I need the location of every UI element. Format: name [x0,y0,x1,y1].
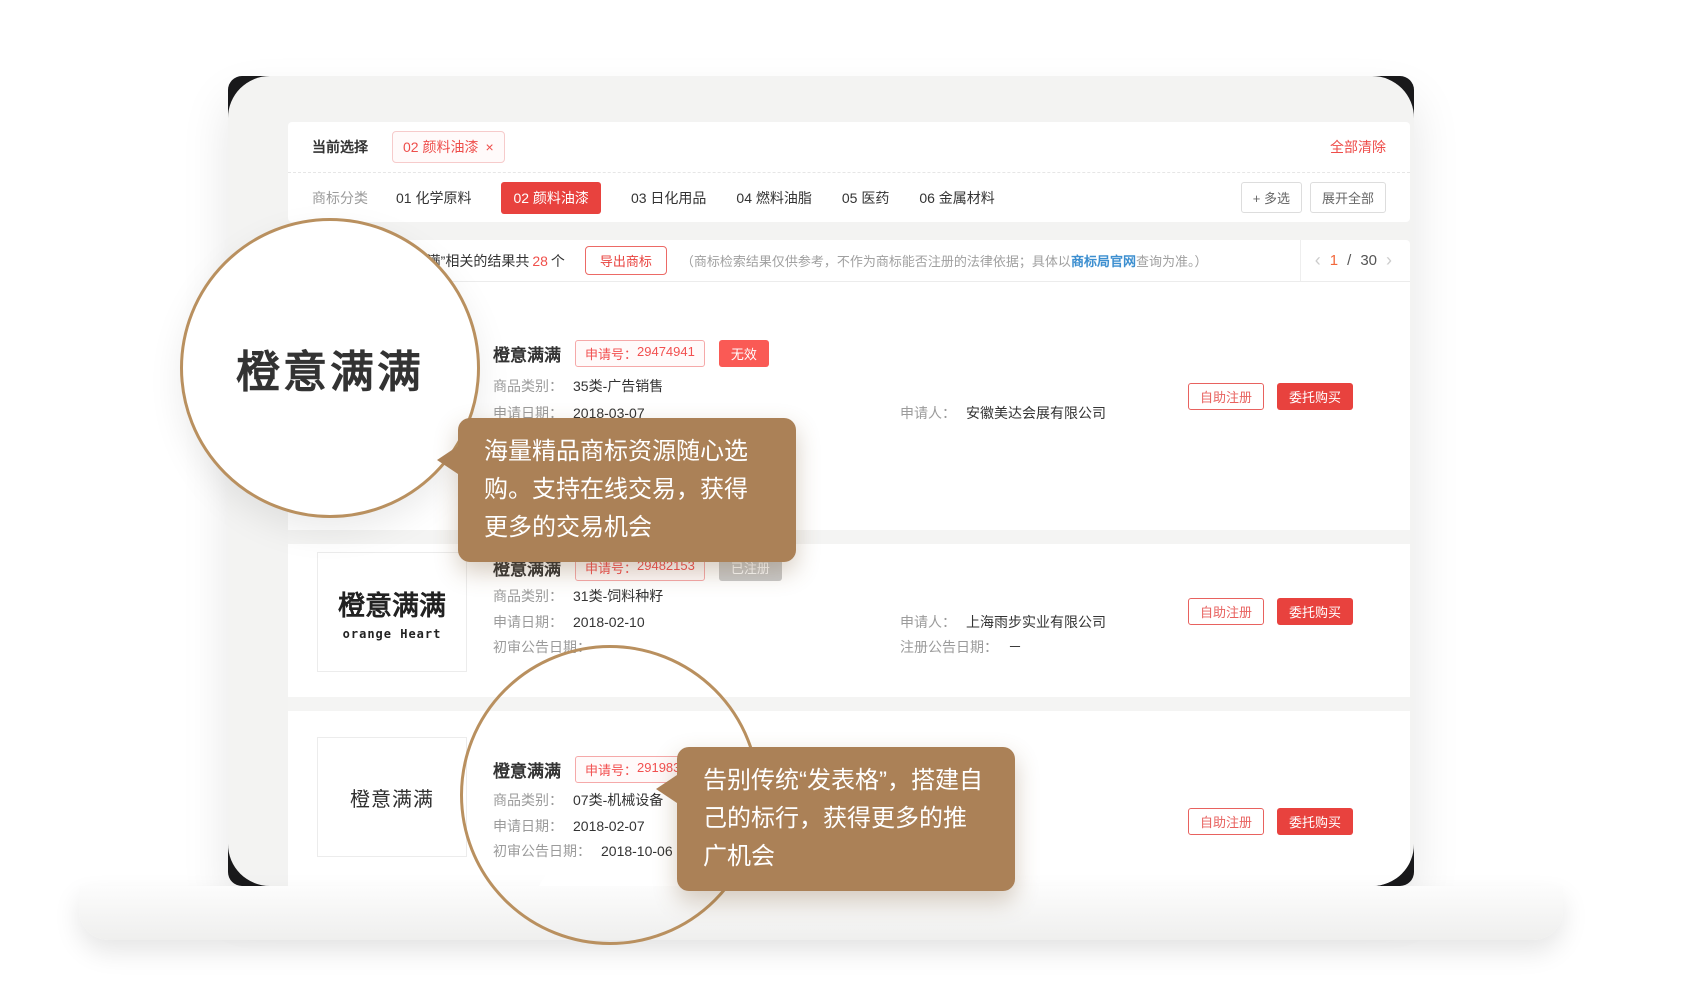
disclaimer-text-end: 查询为准。） [1136,254,1208,269]
results-disclaimer: （商标检索结果仅供参考，不作为商标能否注册的法律依据；具体以商标局官网查询为准。… [681,251,1208,270]
self-register-button[interactable]: 自助注册 [1188,383,1264,410]
clear-all-button[interactable]: 全部清除 [1330,137,1386,157]
pagination-prev-icon[interactable]: ‹ [1315,250,1321,271]
results-count-unit: 个 [551,253,565,269]
category-tab-01[interactable]: 01 化学原料 [396,188,471,208]
self-register-button[interactable]: 自助注册 [1188,808,1264,835]
category-label: 商品类别： [493,588,563,604]
category-row-label: 商标分类 [312,188,368,208]
current-selection-row: 当前选择 02 颜料油漆 × 全部清除 [288,122,1410,172]
table-row-title: 橙意满满 申请号：29474941 无效 [493,340,769,367]
magnified-trademark-text: 橙意满满 [236,336,424,400]
trademark-office-link[interactable]: 商标局官网 [1071,254,1136,269]
row-actions: 自助注册 委托购买 [1188,808,1353,835]
status-badge: 无效 [719,340,769,367]
category-tab-02-active[interactable]: 02 颜料油漆 [501,182,600,214]
row-actions: 自助注册 委托购买 [1188,383,1353,410]
pagination-total: 30 [1360,252,1377,269]
applicant-label: 申请人： [900,405,956,421]
filter-panel: 当前选择 02 颜料油漆 × 全部清除 商标分类 01 化学原料 02 颜料油漆… [288,122,1410,222]
pagination-current: 1 [1330,252,1338,269]
applicant-value: 安徽美达会展有限公司 [966,405,1106,421]
entrust-buy-button[interactable]: 委托购买 [1277,383,1353,410]
thumbnail-subtext: orange Heart [343,627,442,641]
self-register-button[interactable]: 自助注册 [1188,598,1264,625]
laptop-base [79,886,1563,940]
expand-all-button[interactable]: 展开全部 [1310,182,1386,213]
reg-notice-cell: 注册公告日期： － [900,637,1022,657]
row-separator [288,530,1410,544]
callout-bubble-marketplace: 海量精品商标资源随心选购。支持在线交易，获得更多的交易机会 [458,418,796,562]
export-trademarks-button[interactable]: 导出商标 [585,246,667,275]
pagination: ‹ 1 / 30 › [1300,240,1410,281]
reg-notice-label: 注册公告日期： [900,639,998,655]
row-actions: 自助注册 委托购买 [1188,598,1353,625]
application-number-label: 申请号： [585,344,637,363]
applicant-value: 上海雨步实业有限公司 [966,614,1106,630]
close-icon[interactable]: × [485,139,493,155]
category-tab-04[interactable]: 04 燃料油脂 [736,188,811,208]
date-line: 申请日期： 2018-02-10 申请人： 上海雨步实业有限公司 [493,612,1253,632]
multi-select-button[interactable]: + 多选 [1241,182,1302,213]
category-value: 31类-饲料种籽 [573,588,663,604]
callout-bubble-promotion: 告别传统“发表格”，搭建自己的标行，获得更多的推广机会 [677,747,1015,891]
category-tab-03[interactable]: 03 日化用品 [631,188,706,208]
page: 当前选择 02 颜料油漆 × 全部清除 商标分类 01 化学原料 02 颜料油漆… [0,0,1696,1002]
reg-notice-value: － [1008,639,1022,655]
entrust-buy-button[interactable]: 委托购买 [1277,808,1353,835]
category-tools: + 多选 展开全部 [1241,182,1386,213]
magnifier-circle: 橙意满满 [180,218,480,518]
category-row: 商标分类 01 化学原料 02 颜料油漆 03 日化用品 04 燃料油脂 05 … [288,172,1410,222]
applicant-cell: 申请人： 安徽美达会展有限公司 [900,403,1106,423]
apply-date-label: 申请日期： [493,614,563,630]
selected-filter-tag[interactable]: 02 颜料油漆 × [392,131,505,163]
category-line: 商品类别： 35类-广告销售 [493,376,663,396]
thumbnail-text: 橙意满满 [338,584,446,623]
results-count: 28 [532,253,548,269]
pagination-next-icon[interactable]: › [1386,250,1392,271]
application-number-tag: 申请号：29474941 [575,340,705,367]
thumbnail-text: 橙意满满 [350,783,434,812]
trademark-thumbnail: 橙意满满 [317,737,467,857]
category-tabs: 01 化学原料 02 颜料油漆 03 日化用品 04 燃料油脂 05 医药 06… [396,182,995,214]
current-selection-label: 当前选择 [312,137,368,157]
application-number-value: 29474941 [637,344,695,363]
trademark-thumbnail: 橙意满满 orange Heart [317,552,467,672]
category-tab-05[interactable]: 05 医药 [842,188,889,208]
entrust-buy-button[interactable]: 委托购买 [1277,598,1353,625]
selected-filter-tag-label: 02 颜料油漆 [403,137,478,157]
trademark-name[interactable]: 橙意满满 [493,341,561,366]
pagination-separator: / [1347,252,1351,269]
apply-date-value: 2018-02-10 [573,614,645,630]
category-value: 35类-广告销售 [573,378,663,394]
category-line: 商品类别： 31类-饲料种籽 [493,586,663,606]
category-tab-06[interactable]: 06 金属材料 [919,188,994,208]
row-separator [288,697,1410,711]
results-header: 为你检索到“橙意满满”相关的结果共28个 导出商标 （商标检索结果仅供参考，不作… [288,240,1410,282]
applicant-cell: 申请人： 上海雨步实业有限公司 [900,612,1106,632]
applicant-label: 申请人： [900,614,956,630]
disclaimer-text: （商标检索结果仅供参考，不作为商标能否注册的法律依据；具体以 [681,254,1071,269]
category-label: 商品类别： [493,378,563,394]
